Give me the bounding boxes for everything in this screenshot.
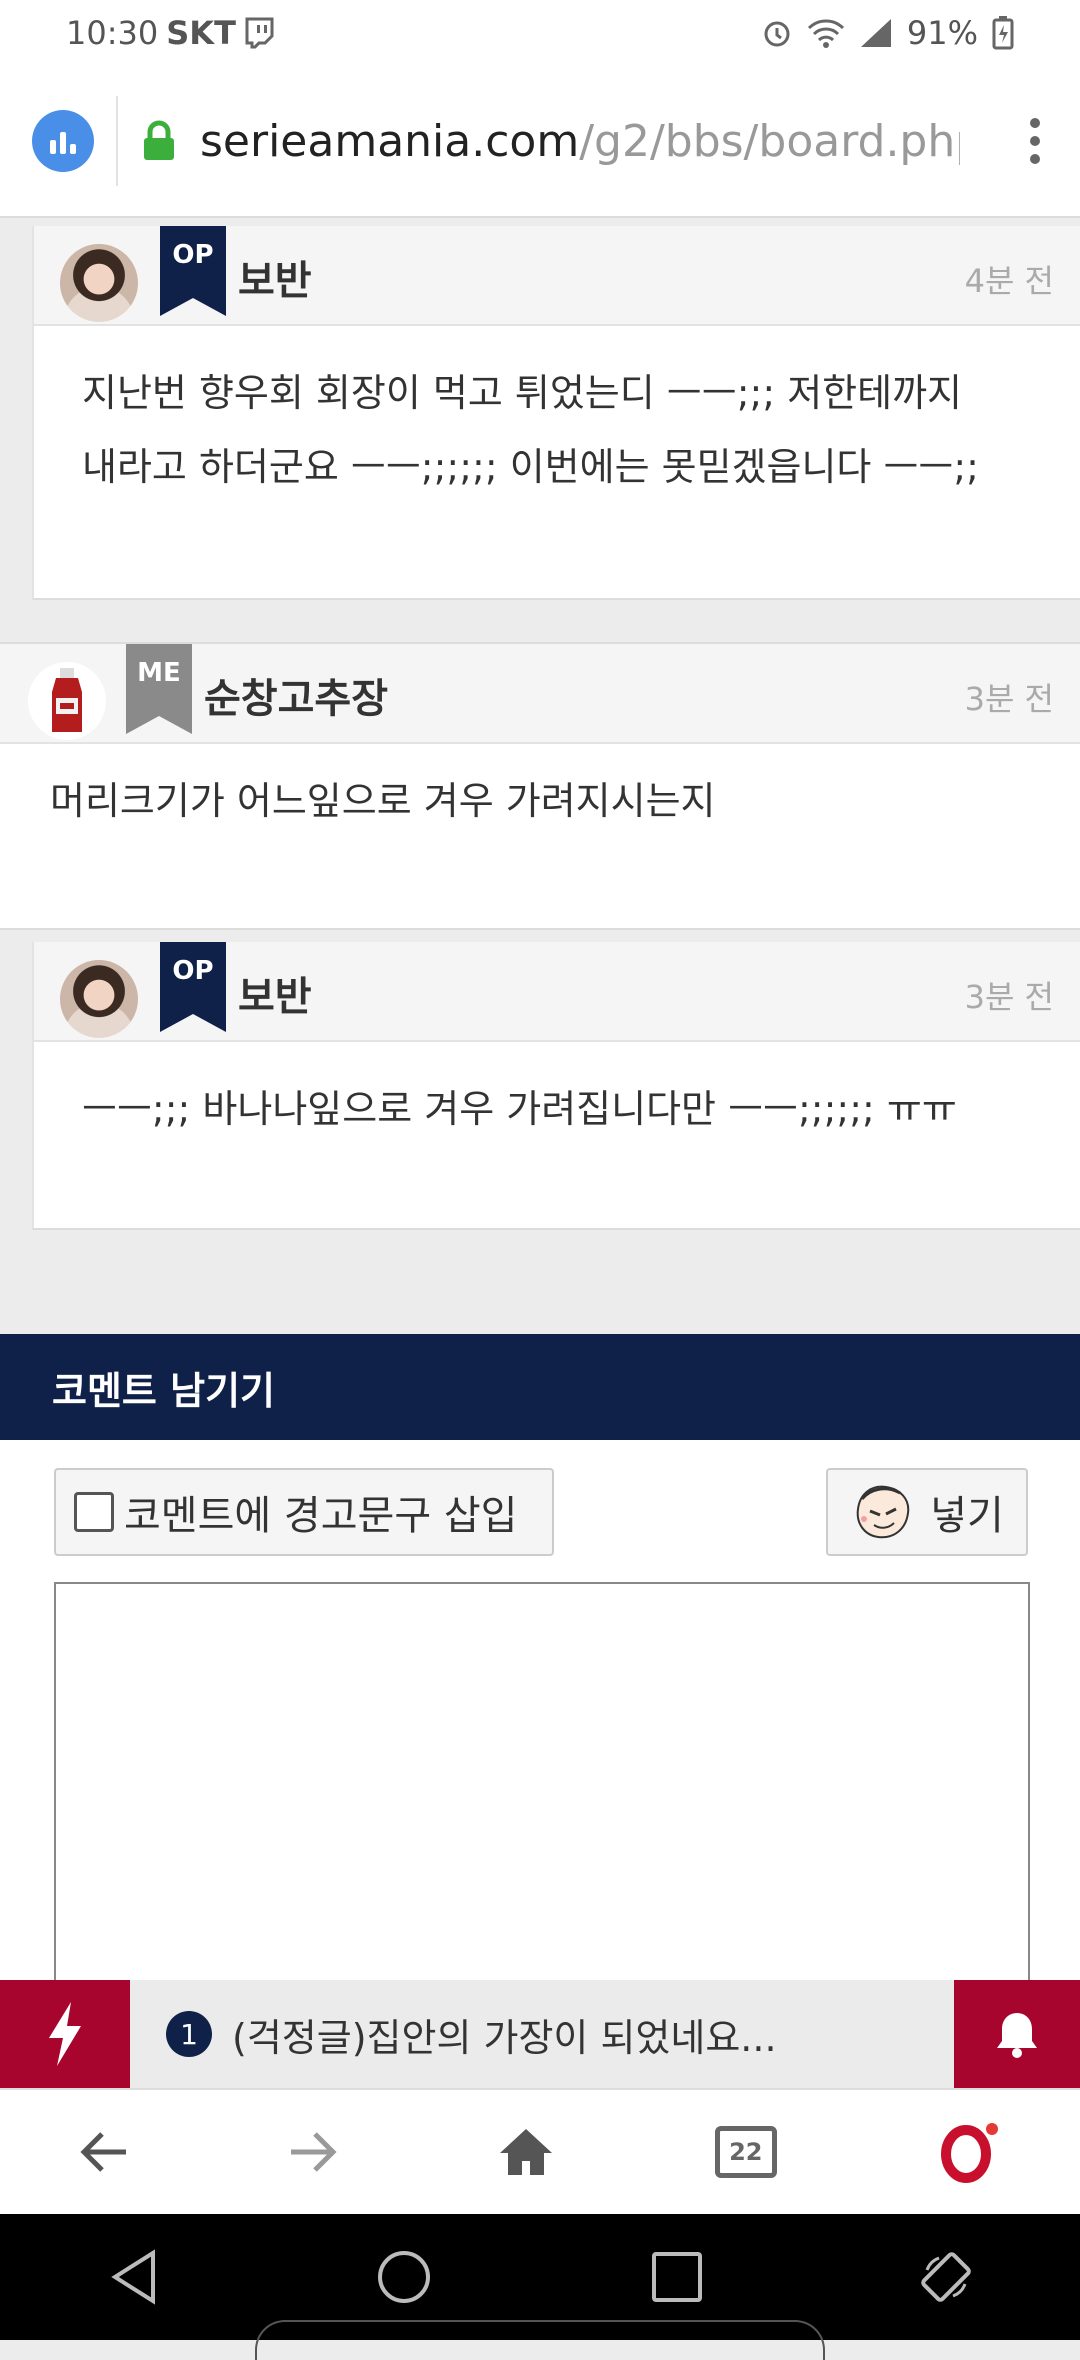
address-divider [116, 96, 118, 186]
tabs-count-icon[interactable]: 22 [714, 2126, 777, 2178]
signal-icon [860, 19, 891, 47]
insert-label: 넣기 [930, 1493, 1004, 1539]
url-field[interactable]: serieamania.com/g2/bbs/board.php [200, 116, 960, 167]
system-back-icon[interactable] [109, 2249, 159, 2305]
url-host: serieamania.com [200, 115, 580, 167]
back-arrow-icon[interactable] [80, 2130, 128, 2174]
comment-header: OP 보반 4분 전 [34, 226, 1080, 326]
wifi-icon [807, 19, 844, 48]
emoticon-face-icon [856, 1485, 910, 1539]
site-stats-icon[interactable] [32, 110, 94, 172]
comment-card: OP 보반 4분 전 지난번 향우회 회장이 먹고 튀었는디 ㅡㅡ;;; 저한테… [32, 226, 1080, 600]
comment-author[interactable]: 순창고추장 [204, 666, 388, 724]
comment-form-title: 코멘트 남기기 [0, 1334, 1080, 1440]
notice-text[interactable]: (걱정글)집안의 가장이 되었네요... [232, 2007, 777, 2062]
rotate-screen-icon[interactable] [921, 2252, 972, 2302]
comment-card: OP 보반 3분 전 ㅡㅡ;;; 바나나잎으로 겨우 가려집니다만 ㅡㅡ;;;;… [32, 942, 1080, 1230]
comment-time: 3분 전 [964, 978, 1054, 1016]
op-badge: OP [160, 226, 226, 316]
home-icon[interactable] [498, 2127, 554, 2177]
url-path: /g2/bbs/board.php [579, 115, 960, 167]
lightning-icon[interactable] [0, 1980, 130, 2088]
comment-header: ME 순창고추장 3분 전 [0, 644, 1080, 744]
comment-card: ME 순창고추장 3분 전 머리크기가 어느잎으로 겨우 가려지시는지 [0, 642, 1080, 930]
comment-textarea[interactable] [54, 1582, 1030, 2002]
warning-checkbox-toggle[interactable]: 코멘트에 경고문구 삽입 [54, 1468, 554, 1556]
alarm-icon [764, 21, 790, 47]
notice-number: 1 [166, 2011, 212, 2057]
warning-checkbox-label: 코멘트에 경고문구 삽입 [124, 1493, 518, 1539]
avatar[interactable] [60, 960, 138, 1038]
comment-time: 3분 전 [964, 680, 1054, 718]
bell-icon[interactable] [954, 1980, 1080, 2088]
system-recents-icon[interactable] [650, 2250, 704, 2304]
status-time: 10:30 [66, 14, 159, 52]
system-home-icon[interactable] [376, 2249, 432, 2305]
system-nav-bar [0, 2214, 1080, 2360]
comment-time: 4분 전 [964, 262, 1054, 300]
notice-bar: 1 (걱정글)집안의 가장이 되었네요... [0, 1980, 1080, 2088]
battery-icon [992, 16, 1014, 50]
comment-author[interactable]: 보반 [238, 964, 312, 1022]
comment-body: 지난번 향우회 회장이 먹고 튀었는디 ㅡㅡ;;; 저한테까지 내라고 하더군요… [34, 326, 1080, 538]
comment-line: ㅡㅡ;;; 바나나잎으로 겨우 가려집니다만 ㅡㅡ;;;;;; ㅠㅠ [82, 1087, 957, 1131]
avatar[interactable] [60, 244, 138, 322]
comment-form: 코멘트에 경고문구 삽입 넣기 [0, 1440, 1080, 2002]
comment-author[interactable]: 보반 [238, 248, 312, 306]
more-menu-icon[interactable] [1030, 118, 1040, 164]
comment-body: ㅡㅡ;;; 바나나잎으로 겨우 가려집니다만 ㅡㅡ;;;;;; ㅠㅠ [34, 1042, 1080, 1180]
browser-toolbar: 22 [0, 2088, 1080, 2214]
ketchup-bottle-icon [28, 662, 106, 740]
status-carrier: SKT [166, 14, 236, 52]
me-badge: ME [126, 644, 192, 734]
op-badge: OP [160, 942, 226, 1032]
gesture-pill [255, 2320, 825, 2360]
address-bar: serieamania.com/g2/bbs/board.php [0, 66, 1080, 218]
comment-line: 머리크기가 어느잎으로 겨우 가려지시는지 [50, 779, 716, 823]
comment-body: 머리크기가 어느잎으로 겨우 가려지시는지 [0, 744, 1080, 864]
forward-arrow-icon[interactable] [289, 2130, 337, 2174]
comment-line: 지난번 향우회 회장이 먹고 튀었는디 ㅡㅡ;;; 저한테까지 [82, 371, 963, 415]
status-bar: 10:30 SKT 91% [0, 0, 1080, 66]
avatar[interactable] [28, 662, 106, 740]
comment-header: OP 보반 3분 전 [34, 942, 1080, 1042]
twitch-icon [245, 17, 274, 49]
lock-icon[interactable] [142, 120, 176, 162]
emoticon-insert-button[interactable]: 넣기 [826, 1468, 1028, 1556]
battery-percent: 91% [906, 14, 978, 52]
comment-line: 내라고 하더군요 ㅡㅡ;;;;;; 이번에는 못믿겠읍니다 ㅡㅡ;; [82, 445, 979, 489]
warning-checkbox[interactable] [74, 1492, 114, 1532]
opera-menu-icon[interactable] [938, 2121, 1000, 2183]
